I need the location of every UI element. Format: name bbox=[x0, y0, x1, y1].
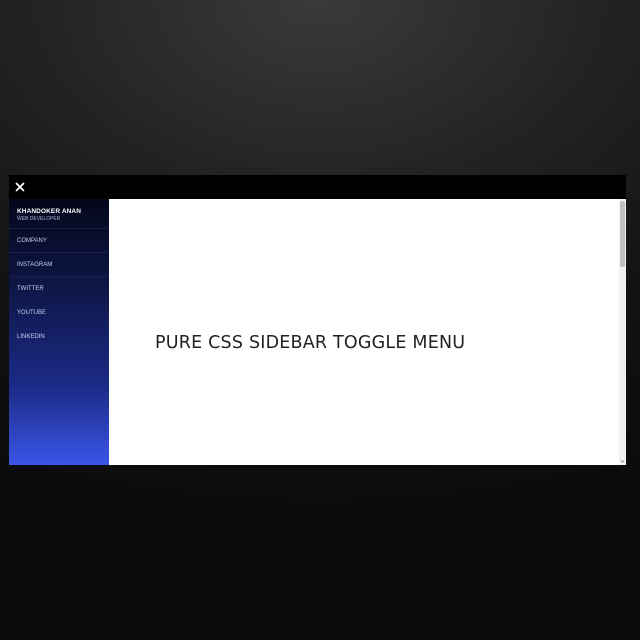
vertical-scrollbar[interactable] bbox=[619, 199, 626, 465]
sidebar-item-label: LINKEDIN bbox=[17, 334, 45, 340]
sidebar: KHANDOKER ANAN WEB DEVELOPER COMPANY INS… bbox=[9, 199, 109, 465]
close-button[interactable] bbox=[13, 180, 27, 194]
sidebar-profile: KHANDOKER ANAN WEB DEVELOPER bbox=[9, 199, 109, 229]
scrollbar-thumb[interactable] bbox=[620, 201, 625, 267]
profile-name: KHANDOKER ANAN bbox=[17, 208, 81, 215]
sidebar-item-label: YOUTUBE bbox=[17, 309, 47, 316]
scroll-down-arrow-icon[interactable] bbox=[620, 459, 625, 464]
sidebar-item-youtube[interactable]: YOUTUBE bbox=[9, 301, 109, 325]
sidebar-item-twitter[interactable]: TWITTER bbox=[9, 277, 109, 301]
main-content: PURE CSS SIDEBAR TOGGLE MENU bbox=[109, 199, 619, 465]
sidebar-item-company[interactable]: COMPANY bbox=[9, 229, 109, 253]
sidebar-item-label: COMPANY bbox=[17, 237, 47, 244]
sidebar-item-instagram[interactable]: INSTAGRAM bbox=[9, 253, 109, 277]
page-headline: PURE CSS SIDEBAR TOGGLE MENU bbox=[155, 333, 466, 353]
sidebar-item-label: INSTAGRAM bbox=[17, 261, 53, 268]
profile-role: WEB DEVELOPER bbox=[17, 216, 61, 222]
top-bar bbox=[9, 175, 626, 199]
sidebar-item-label: TWITTER bbox=[17, 285, 44, 292]
app-window: KHANDOKER ANAN WEB DEVELOPER COMPANY INS… bbox=[9, 175, 626, 465]
sidebar-item-linkedin[interactable]: LINKEDIN bbox=[9, 325, 109, 349]
close-icon bbox=[15, 182, 25, 192]
